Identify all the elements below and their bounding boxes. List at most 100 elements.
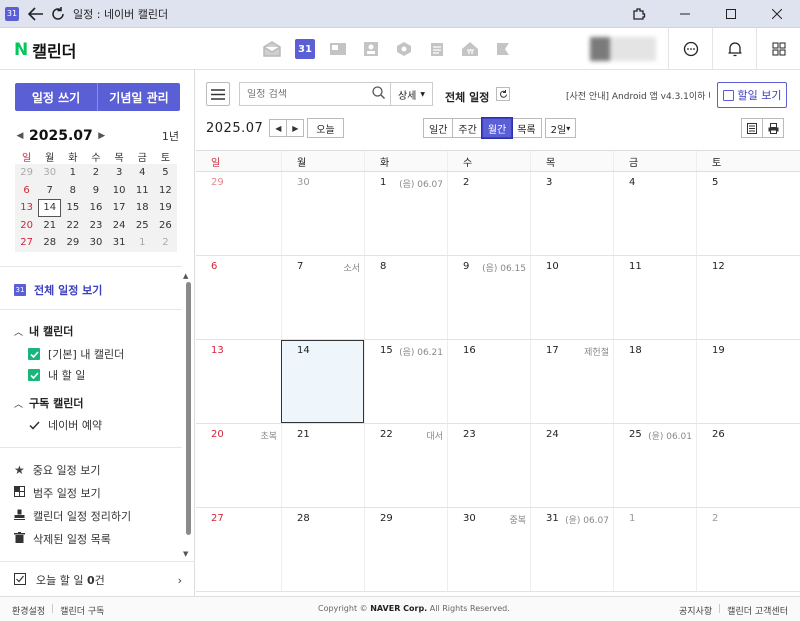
footer-notice-link[interactable]: 공지사항 — [679, 604, 712, 617]
mini-day[interactable]: 2 — [84, 164, 108, 182]
calendar-item-naver-reservation[interactable]: 네이버 예약 — [28, 417, 102, 433]
day-cell[interactable]: 3 — [530, 172, 613, 255]
mini-day[interactable]: 5 — [153, 164, 177, 182]
mini-day[interactable]: 8 — [61, 181, 85, 199]
day-cell[interactable]: 16 — [447, 340, 530, 423]
subscribed-calendars-toggle[interactable]: ︿ 구독 캘린더 — [14, 395, 83, 411]
extension-icon[interactable] — [616, 0, 662, 28]
day-cell[interactable]: 18 — [613, 340, 696, 423]
mini-day[interactable]: 6 — [15, 181, 39, 199]
mini-day[interactable]: 30 — [38, 164, 62, 182]
mini-day[interactable]: 1 — [130, 234, 154, 252]
important-schedule-link[interactable]: ★ 중요 일정 보기 — [14, 462, 100, 478]
mini-day[interactable]: 23 — [84, 216, 108, 234]
mini-next-month-icon[interactable]: ▶ — [96, 131, 108, 141]
today-button[interactable]: 오늘 — [307, 118, 344, 138]
footer-subscribe-link[interactable]: 캘린더 구독 — [60, 604, 104, 617]
day-cell[interactable]: 10 — [530, 256, 613, 339]
mini-day[interactable]: 21 — [38, 216, 62, 234]
day-cell[interactable]: 2 — [696, 508, 779, 591]
maximize-button[interactable] — [708, 0, 754, 28]
mini-day[interactable]: 12 — [153, 181, 177, 199]
day-cell[interactable]: 23 — [447, 424, 530, 507]
day-cell[interactable]: 30 중복 — [447, 508, 530, 591]
anniversary-manage-button[interactable]: 기념일 관리 — [97, 83, 180, 111]
mini-prev-month-icon[interactable]: ◀ — [14, 131, 26, 141]
mini-day[interactable]: 29 — [61, 234, 85, 252]
view-tab[interactable]: 2일 ▾ — [544, 118, 577, 138]
mini-day[interactable]: 19 — [153, 199, 177, 217]
bell-icon[interactable] — [712, 28, 756, 70]
naver-calendar-logo[interactable]: N 캘린더 — [14, 38, 76, 62]
mini-day[interactable]: 2 — [153, 234, 177, 252]
mini-day[interactable]: 16 — [84, 199, 108, 217]
deleted-schedule-link[interactable]: 삭제된 일정 목록 — [14, 531, 111, 547]
day-cell[interactable]: 21 — [281, 424, 364, 507]
write-schedule-button[interactable]: 일정 쓰기 — [15, 83, 97, 111]
day-cell[interactable]: 30 — [281, 172, 364, 255]
mini-day[interactable]: 24 — [107, 216, 131, 234]
organize-schedule-link[interactable]: 캘린더 일정 정리하기 — [14, 508, 131, 524]
day-cell[interactable]: 13 — [196, 340, 281, 423]
day-cell[interactable]: 7 소서 — [281, 256, 364, 339]
category-schedule-link[interactable]: 범주 일정 보기 — [14, 485, 101, 501]
day-cell[interactable]: 12 — [696, 256, 779, 339]
view-tab[interactable]: 일간 — [423, 118, 454, 138]
day-cell[interactable]: 22 대서 — [364, 424, 447, 507]
home-icon[interactable]: ₩ — [460, 39, 480, 59]
my-calendars-toggle[interactable]: ︿ 내 캘린더 — [14, 323, 73, 339]
mini-day[interactable]: 9 — [84, 181, 108, 199]
mini-day[interactable]: 20 — [15, 216, 39, 234]
user-profile-blurred[interactable] — [590, 37, 656, 61]
todo-icon[interactable] — [427, 39, 447, 59]
day-cell[interactable]: 26 — [696, 424, 779, 507]
save-pdf-icon[interactable] — [741, 118, 763, 138]
day-cell[interactable]: 31 (윤) 06.07 — [530, 508, 613, 591]
calendar-icon[interactable]: 31 — [295, 39, 315, 59]
contacts-icon[interactable] — [361, 39, 381, 59]
mini-day[interactable]: 22 — [61, 216, 85, 234]
day-cell[interactable]: 15 (음) 06.21 — [364, 340, 447, 423]
mini-day[interactable]: 3 — [107, 164, 131, 182]
mini-day[interactable]: 31 — [107, 234, 131, 252]
day-cell[interactable]: 1 — [613, 508, 696, 591]
mini-day[interactable]: 4 — [130, 164, 154, 182]
notice-link[interactable]: [사전 안내] Android 앱 v4.3.1이하 버전 지... — [566, 89, 710, 102]
print-icon[interactable] — [762, 118, 784, 138]
bookmark-icon[interactable] — [493, 39, 513, 59]
mini-day[interactable]: 10 — [107, 181, 131, 199]
mini-day[interactable]: 11 — [130, 181, 154, 199]
checkbox-checked-icon[interactable] — [28, 369, 40, 381]
search-icon[interactable] — [372, 86, 385, 102]
menu-hamburger-icon[interactable] — [206, 82, 230, 106]
view-tab[interactable]: 목록 — [511, 118, 542, 138]
mini-day[interactable]: 15 — [61, 199, 85, 217]
next-month-button[interactable]: ▶ — [286, 119, 305, 137]
calendar-item-todo[interactable]: 내 할 일 — [28, 367, 85, 383]
calendar-item-default[interactable]: [기본] 내 캘린더 — [28, 346, 124, 362]
day-cell[interactable]: 1 (음) 06.07 — [364, 172, 447, 255]
reload-icon[interactable] — [47, 3, 69, 25]
chat-icon[interactable] — [668, 28, 712, 70]
day-cell-today[interactable]: 14 — [281, 340, 364, 423]
day-cell[interactable]: 20 초복 — [196, 424, 281, 507]
todo-view-button[interactable]: 할일 보기 — [717, 82, 787, 108]
day-cell[interactable]: 17 제헌절 — [530, 340, 613, 423]
day-cell[interactable]: 5 — [696, 172, 779, 255]
search-input[interactable] — [247, 88, 372, 100]
memo-icon[interactable] — [394, 39, 414, 59]
todo-today-link[interactable]: 오늘 할 일 0 건 › — [14, 572, 182, 588]
mini-day[interactable]: 28 — [38, 234, 62, 252]
view-tab[interactable]: 월간 — [480, 117, 514, 139]
mini-year-button[interactable]: 1년 — [162, 128, 179, 144]
mini-day[interactable]: 1 — [61, 164, 85, 182]
mini-day[interactable]: 25 — [130, 216, 154, 234]
mail-icon[interactable] — [262, 39, 282, 59]
apps-grid-icon[interactable] — [756, 28, 800, 70]
mini-day[interactable]: 17 — [107, 199, 131, 217]
day-cell[interactable]: 6 — [196, 256, 281, 339]
photo-icon[interactable] — [328, 39, 348, 59]
scroll-up-icon[interactable]: ▲ — [183, 272, 188, 280]
mini-day[interactable]: 18 — [130, 199, 154, 217]
day-cell[interactable]: 4 — [613, 172, 696, 255]
